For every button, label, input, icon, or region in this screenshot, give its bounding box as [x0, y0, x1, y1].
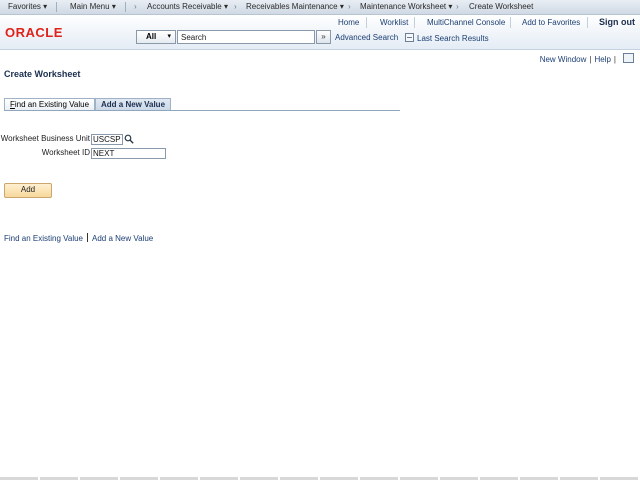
- multichannel-console-link[interactable]: MultiChannel Console: [427, 15, 505, 30]
- nav-receivables-maintenance-label: Receivables Maintenance: [246, 2, 338, 11]
- last-search-results-link[interactable]: Last Search Results: [405, 33, 489, 43]
- tab-underline: [4, 110, 400, 111]
- nav-favorites[interactable]: Favorites ▾: [8, 0, 47, 14]
- customize-page-icon[interactable]: [623, 53, 634, 63]
- last-search-results-label: Last Search Results: [417, 34, 489, 43]
- add-new-value-link[interactable]: Add a New Value: [92, 234, 153, 243]
- worksheet-id-label: Worksheet ID: [41, 148, 90, 157]
- search-input[interactable]: [177, 30, 315, 44]
- sign-out-link[interactable]: Sign out: [599, 15, 635, 30]
- chevron-down-icon: ▾: [167, 33, 171, 40]
- link-separator: |: [613, 55, 616, 64]
- advanced-search-link[interactable]: Advanced Search: [335, 33, 398, 42]
- nav-divider: [56, 2, 57, 12]
- worksheet-id-input[interactable]: [91, 148, 166, 159]
- nav-favorites-label: Favorites: [8, 2, 41, 11]
- nav-accounts-receivable-label: Accounts Receivable: [147, 2, 222, 11]
- help-link[interactable]: Help: [594, 55, 610, 64]
- chevron-down-icon: ▾: [448, 2, 453, 11]
- link-divider: [366, 17, 367, 28]
- new-window-link[interactable]: New Window: [540, 55, 587, 64]
- nav-divider: [125, 2, 126, 12]
- oracle-logo: ORACLE: [5, 25, 63, 40]
- link-divider: [510, 17, 511, 28]
- chevron-down-icon: ▾: [339, 2, 344, 11]
- home-link[interactable]: Home: [338, 15, 359, 30]
- link-divider: [414, 17, 415, 28]
- results-icon: [405, 33, 414, 42]
- add-button[interactable]: Add: [4, 183, 52, 198]
- link-divider: [587, 17, 588, 28]
- search-scope-value: All: [146, 32, 157, 41]
- link-separator: |: [589, 55, 592, 64]
- nav-main-menu-label: Main Menu: [70, 2, 110, 11]
- page-title: Create Worksheet: [4, 69, 81, 79]
- add-to-favorites-link[interactable]: Add to Favorites: [522, 15, 580, 30]
- nav-create-worksheet[interactable]: Create Worksheet: [469, 0, 533, 14]
- search-scope-select[interactable]: All ▾: [136, 30, 176, 44]
- nav-accounts-receivable[interactable]: Accounts Receivable ▾: [147, 0, 228, 14]
- chevron-right-icon: ›: [456, 2, 459, 11]
- chevron-down-icon: ▾: [223, 2, 228, 11]
- chevron-down-icon: ▾: [43, 2, 48, 11]
- nav-main-menu[interactable]: Main Menu ▾: [70, 0, 116, 14]
- chevron-down-icon: ▾: [111, 2, 116, 11]
- find-existing-value-link[interactable]: Find an Existing Value: [4, 234, 83, 243]
- chevron-right-icon: ›: [234, 2, 237, 11]
- nav-maintenance-worksheet[interactable]: Maintenance Worksheet ▾: [360, 0, 452, 14]
- search-go-button[interactable]: »: [316, 30, 331, 44]
- tab-find-label: ind an Existing Value: [14, 100, 90, 109]
- page-links: New Window | Help |: [540, 53, 634, 64]
- lookup-search-icon[interactable]: [124, 134, 134, 144]
- bottom-links: Find an Existing Value Add a New Value: [4, 233, 153, 243]
- nav-receivables-maintenance[interactable]: Receivables Maintenance ▾: [246, 0, 344, 14]
- link-divider: [87, 233, 89, 242]
- chevron-right-icon: ›: [134, 2, 137, 11]
- business-unit-label: Worksheet Business Unit: [0, 134, 90, 143]
- business-unit-input[interactable]: [91, 134, 123, 145]
- worklist-link[interactable]: Worklist: [380, 15, 408, 30]
- breadcrumb-bar: Favorites ▾ Main Menu ▾ › Accounts Recei…: [0, 0, 640, 15]
- nav-maintenance-worksheet-label: Maintenance Worksheet: [360, 2, 447, 11]
- chevron-right-icon: ›: [348, 2, 351, 11]
